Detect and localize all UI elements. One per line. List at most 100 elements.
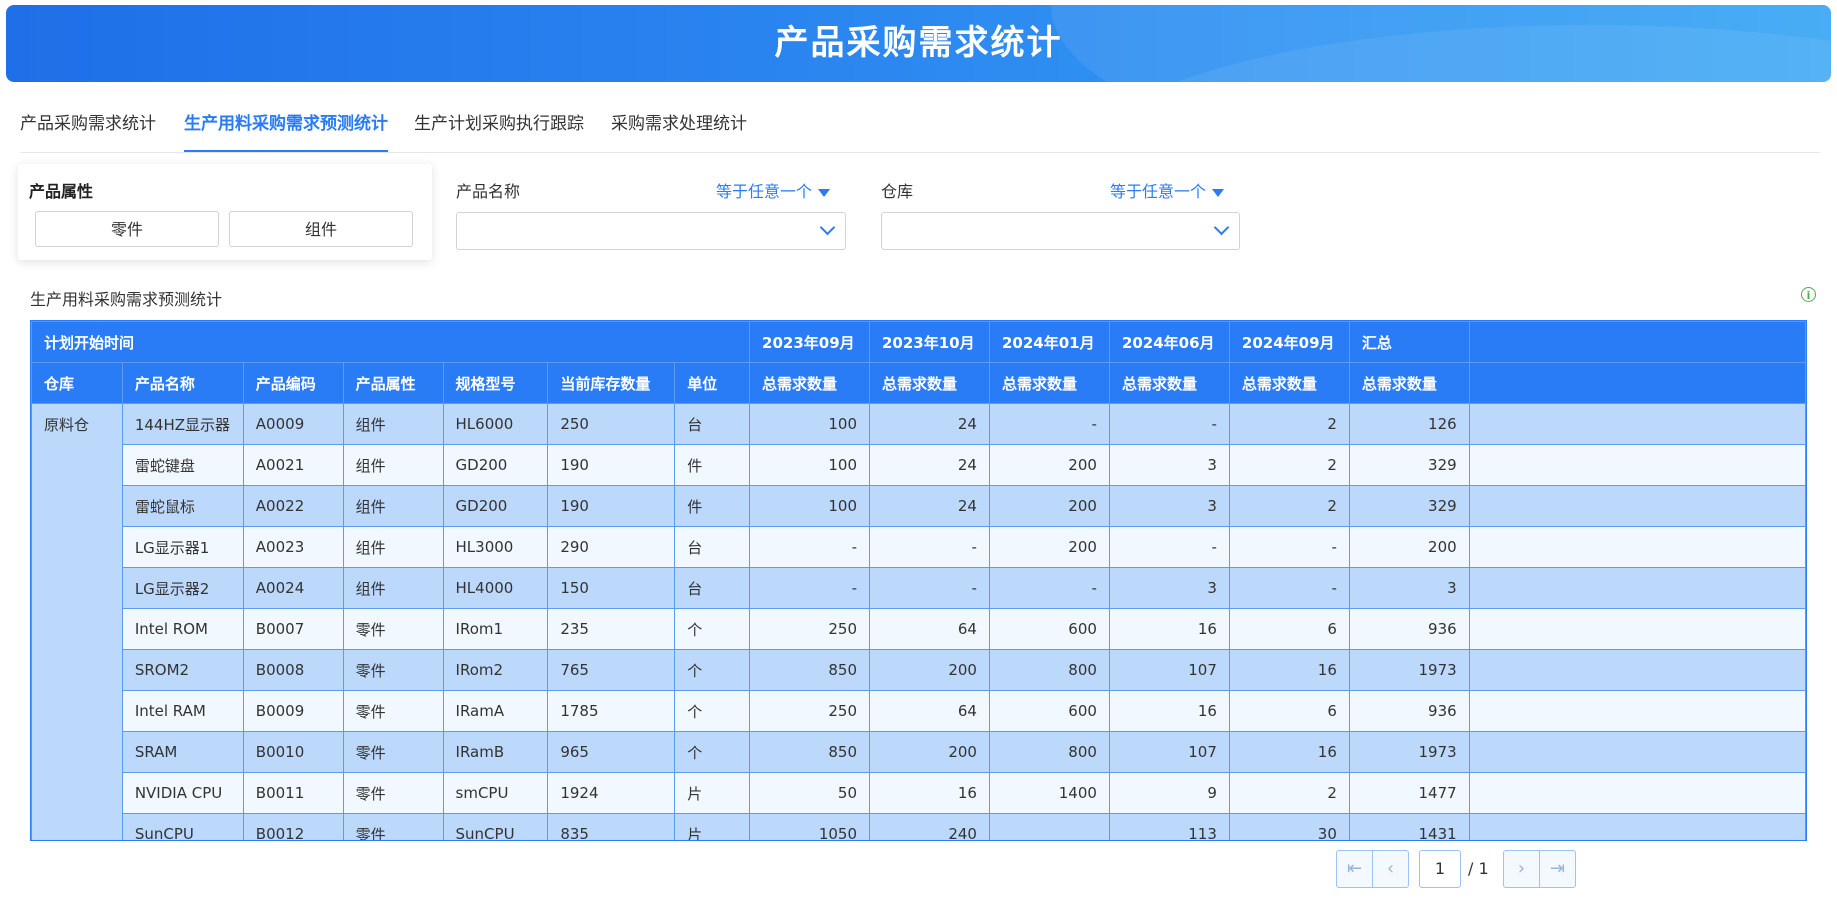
table-cell: 24 xyxy=(869,444,990,486)
table-row[interactable]: LG显示器2 A0024 组件 HL4000 150 台 - - -3-3 xyxy=(32,567,1806,609)
table-cell: 800 xyxy=(988,649,1110,691)
table-cell: 16 xyxy=(1228,649,1350,691)
table-cell: - xyxy=(749,526,870,568)
table-cell: 600 xyxy=(988,690,1110,732)
table-cell: B0010 xyxy=(242,731,344,773)
table-cell: - xyxy=(1228,567,1350,609)
table-row[interactable]: 雷蛇键盘 A0021 组件 GD200 190 件 100 24 200 3 2 329 xyxy=(32,444,1806,486)
table-cell: 台 xyxy=(674,567,751,609)
first-page-button[interactable]: ⇤ xyxy=(1336,850,1373,888)
table-cell: 250 xyxy=(749,608,870,650)
table-row[interactable]: Intel ROM B0007 零件 IRom1 235 个 250 64 600 16 6 936 xyxy=(32,608,1806,650)
table-cell: 6 xyxy=(1228,690,1350,732)
table-cell: 零件 xyxy=(342,608,444,650)
table-cell: Intel ROM xyxy=(121,608,244,650)
product-name-label: 产品名称 xyxy=(456,182,521,201)
table-cell: 850 xyxy=(749,731,870,773)
tab-material-forecast[interactable]: 生产用料采购需求预测统计 xyxy=(184,112,388,152)
table-cell: 64 xyxy=(869,690,990,732)
table-cell: B0007 xyxy=(242,608,344,650)
table-row[interactable]: NVIDIA CPU B0011 零件 smCPU 1924 片 50 16 1400 9 2 147… xyxy=(32,772,1806,814)
page-number-input[interactable]: 1 xyxy=(1419,850,1461,888)
product-name-select[interactable] xyxy=(456,212,846,250)
table-cell: 100 xyxy=(749,403,870,445)
table-row[interactable]: 原料仓 144HZ显示器 A0009 组件 HL6000 250 台 100 24- -2 126 xyxy=(31,403,1806,855)
table-cell: 936 xyxy=(1348,608,1470,650)
info-circle-icon[interactable]: i xyxy=(1801,287,1816,302)
table-cell: 200 xyxy=(988,526,1110,568)
table-cell: 1973 xyxy=(1348,731,1470,773)
next-page-button[interactable]: › xyxy=(1503,850,1540,888)
column-header: 规格型号 xyxy=(442,362,549,404)
pagination: ⇤ ‹ 1 / 1 › ⇥ xyxy=(30,840,1807,896)
table-cell: 329 xyxy=(1348,444,1470,486)
product-attr-filter: 产品属性 零件 组件 xyxy=(18,164,432,260)
demand-table: 计划开始时间 2023年09月 2023年10月 2024年01月 2024年0… xyxy=(31,321,1806,855)
filler-cell xyxy=(1468,485,1806,527)
filler-cell xyxy=(1468,690,1806,732)
table-cell: 零件 xyxy=(342,772,444,814)
table-cell: 件 xyxy=(674,444,751,486)
table-cell: - xyxy=(988,403,1110,445)
table-cell: 100 xyxy=(749,485,870,527)
table-cell: 1924 xyxy=(547,772,676,814)
period-header-cell: 汇总 xyxy=(1348,321,1470,363)
table-cell: 2 xyxy=(1228,444,1350,486)
table-cell: 235 xyxy=(547,608,676,650)
warehouse-select[interactable] xyxy=(881,212,1240,250)
table-row[interactable]: SRAM B0010 零件 IRamB 965 个 850 200 800 107 16 1973 xyxy=(32,731,1806,773)
prev-page-button[interactable]: ‹ xyxy=(1372,850,1409,888)
table-cell: 个 xyxy=(674,690,751,732)
column-header: 仓库 xyxy=(31,362,123,404)
table-cell: 24 xyxy=(869,403,990,445)
table-cell: 100 xyxy=(749,444,870,486)
table-cell: 组件 xyxy=(342,444,444,486)
table-cell: SRAM xyxy=(121,731,244,773)
attr-assembly-button[interactable]: 组件 xyxy=(229,211,413,247)
column-header: 总需求数量 xyxy=(1228,362,1350,404)
table-cell: 200 xyxy=(869,731,990,773)
column-header: 产品编码 xyxy=(242,362,344,404)
table-cell: 16 xyxy=(1108,608,1230,650)
table-cell: 16 xyxy=(1228,731,1350,773)
table-cell: B0011 xyxy=(242,772,344,814)
table-cell: IRom2 xyxy=(442,649,549,691)
caret-down-icon xyxy=(1212,188,1225,197)
table-cell: 24 xyxy=(869,485,990,527)
column-header: 单位 xyxy=(674,362,751,404)
table-cell: 800 xyxy=(988,731,1110,773)
table-row[interactable]: SROM2 B0008 零件 IRom2 765 个 850 200 800 107 16 1973 xyxy=(32,649,1806,691)
table-cell: 190 xyxy=(547,485,676,527)
table-cell: LG显示器2 xyxy=(121,567,244,609)
period-header-cell: 2023年09月 xyxy=(749,321,870,363)
filler-cell xyxy=(1468,444,1806,486)
table-row[interactable]: 雷蛇鼠标 A0022 组件 GD200 190 件 100 24 200 3 2 329 xyxy=(32,485,1806,527)
table-cell: 3 xyxy=(1108,444,1230,486)
table-cell: 个 xyxy=(674,731,751,773)
warehouse-operator[interactable]: 等于任意一个 xyxy=(1110,178,1225,202)
product-name-operator[interactable]: 等于任意一个 xyxy=(716,178,831,202)
tab-product-demand[interactable]: 产品采购需求统计 xyxy=(20,112,156,150)
period-header-cell: 2023年10月 xyxy=(869,321,990,363)
warehouse-label: 仓库 xyxy=(881,182,914,201)
table-cell: 329 xyxy=(1348,485,1470,527)
table-cell: 个 xyxy=(674,649,751,691)
filler-cell xyxy=(1468,731,1806,773)
table-row[interactable]: LG显示器1 A0023 组件 HL3000 290 台 - -200- -200 xyxy=(32,526,1806,568)
table-cell: 雷蛇鼠标 xyxy=(121,485,244,527)
table-cell: HL6000 xyxy=(442,403,549,445)
table-cell: IRamB xyxy=(442,731,549,773)
table-cell: - xyxy=(988,567,1110,609)
table-cell: 零件 xyxy=(342,649,444,691)
last-page-button[interactable]: ⇥ xyxy=(1539,850,1576,888)
table-cell: - xyxy=(869,567,990,609)
filler-cell xyxy=(1468,772,1806,814)
tab-plan-execution[interactable]: 生产计划采购执行跟踪 xyxy=(414,112,584,150)
tab-demand-processing[interactable]: 采购需求处理统计 xyxy=(611,112,747,150)
attr-part-button[interactable]: 零件 xyxy=(35,211,219,247)
table-cell: 6 xyxy=(1228,608,1350,650)
table-cell: B0009 xyxy=(242,690,344,732)
table-row[interactable]: Intel RAM B0009 零件 IRamA 1785 个 250 64 600 16 6 936 xyxy=(32,690,1806,732)
table-cell: GD200 xyxy=(442,444,549,486)
tab-bar: 产品采购需求统计 生产用料采购需求预测统计 生产计划采购执行跟踪 采购需求处理统… xyxy=(20,100,1820,153)
